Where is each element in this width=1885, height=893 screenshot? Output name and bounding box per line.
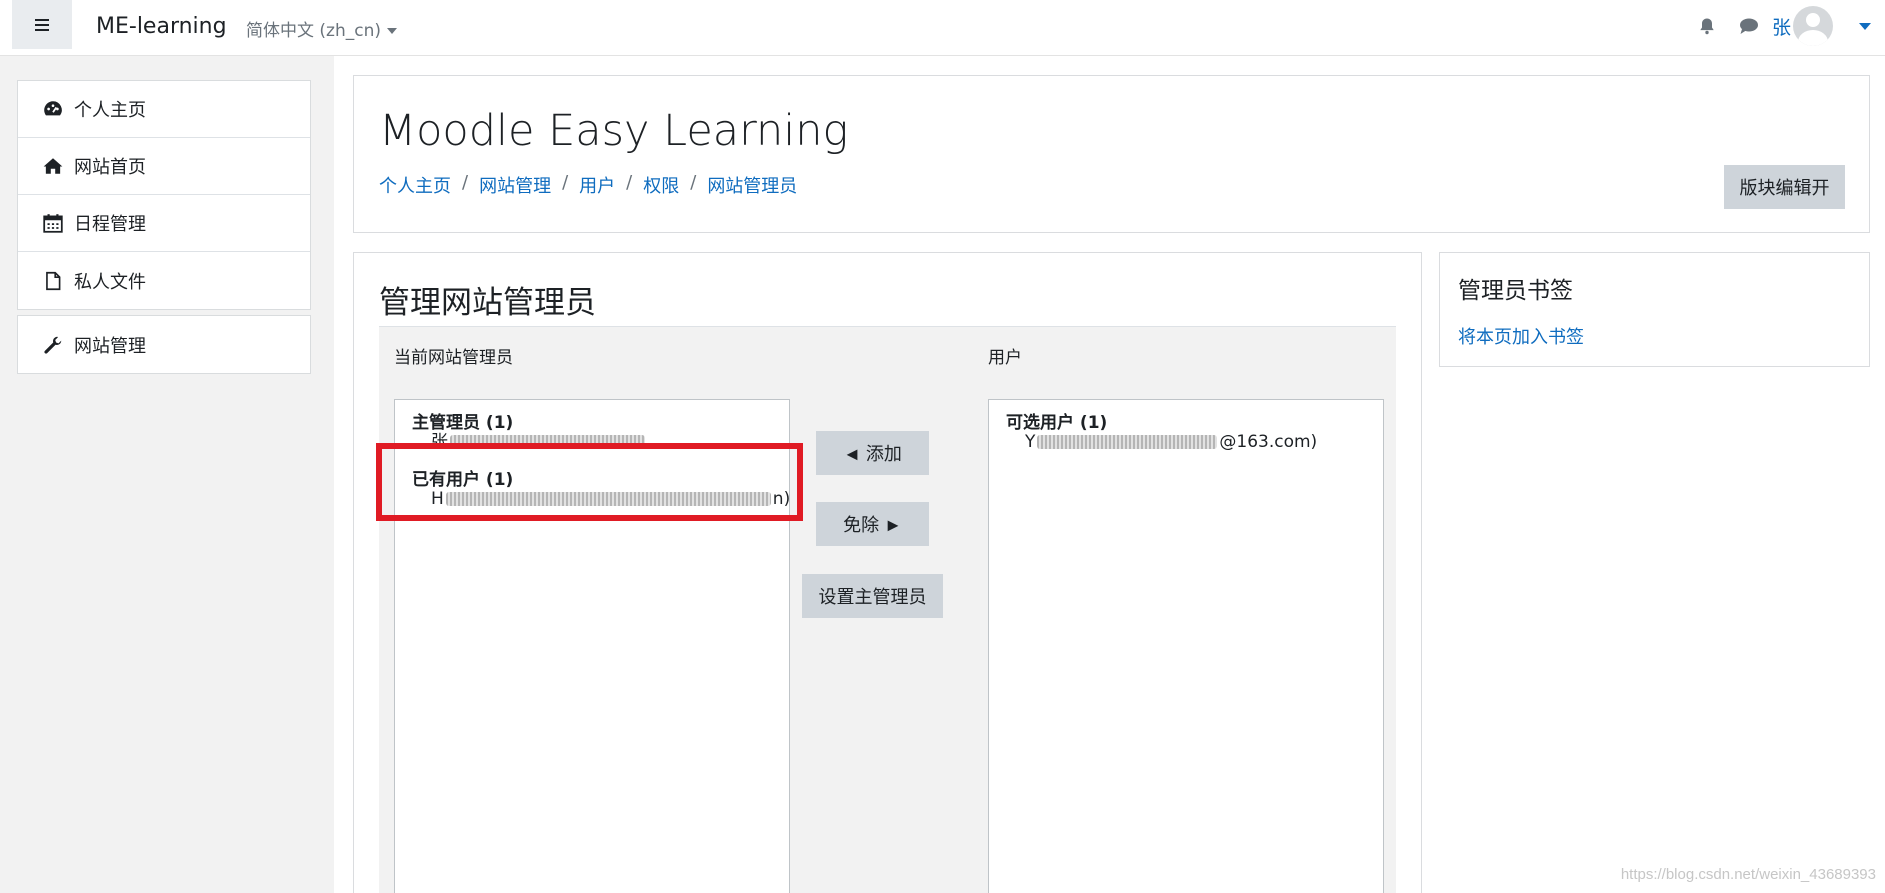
chevron-down-icon xyxy=(387,28,397,34)
set-main-admin-button[interactable]: 设置主管理员 xyxy=(802,574,943,618)
group-title: 可选用户 (1) xyxy=(1006,413,1108,433)
breadcrumb-separator: / xyxy=(626,172,633,193)
option-text: Y xyxy=(1025,432,1036,452)
nav-item-label: 网站管理 xyxy=(74,335,146,357)
list-item[interactable]: Y @163.com) xyxy=(1006,430,1383,457)
list-item[interactable]: Hn) xyxy=(412,487,791,514)
nav-item-private-files[interactable]: 私人文件 xyxy=(18,252,310,309)
home-icon xyxy=(43,158,63,174)
existing-users-group: 已有用户 (1) Hn) xyxy=(395,465,791,514)
admin-bookmarks-block: 管理员书签 将本页加入书签 xyxy=(1439,252,1870,367)
language-label: 简体中文 (zh_cn) xyxy=(246,21,381,41)
block-title: 管理员书签 xyxy=(1458,278,1573,304)
option-text: 张 xyxy=(431,432,448,452)
nav-item-site-admin[interactable]: 网站管理 xyxy=(18,316,310,373)
site-brand[interactable]: ME-learning xyxy=(96,14,227,39)
redacted-text xyxy=(1037,435,1218,449)
group-title: 已有用户 (1) xyxy=(412,470,514,490)
redacted-text xyxy=(445,492,771,506)
available-users-list[interactable]: 可选用户 (1) Y @163.com) xyxy=(988,399,1384,893)
nav-item-label: 私人文件 xyxy=(74,271,146,293)
nav-group-admin: 网站管理 xyxy=(17,315,311,374)
avatar[interactable] xyxy=(1793,6,1833,46)
nav-item-label: 日程管理 xyxy=(74,214,146,235)
blocks-editing-on-button[interactable]: 版块编辑开 xyxy=(1724,165,1845,209)
redacted-text xyxy=(450,435,645,449)
option-text: H xyxy=(431,489,444,509)
language-selector[interactable]: 简体中文 (zh_cn) xyxy=(246,16,397,41)
breadcrumb: 个人主页 / 网站管理 / 用户 / 权限 / 网站管理员 xyxy=(379,172,797,198)
user-name[interactable]: 张 xyxy=(1772,13,1791,40)
group-title: 主管理员 (1) xyxy=(412,413,514,433)
hamburger-icon xyxy=(35,18,49,31)
nav-group-main: 个人主页 网站首页 日程管理 私人文件 xyxy=(17,80,311,310)
list-item[interactable]: 张 xyxy=(412,430,789,457)
page-header: Moodle Easy Learning 个人主页 / 网站管理 / 用户 / … xyxy=(353,75,1870,233)
breadcrumb-separator: / xyxy=(462,172,469,193)
dashboard-icon xyxy=(44,101,62,116)
option-text-end: n) xyxy=(772,489,791,509)
available-users-group: 可选用户 (1) Y @163.com) xyxy=(989,408,1383,457)
watermark: https://blog.csdn.net/weixin_43689393 xyxy=(1620,866,1876,883)
current-admins-label: 当前网站管理员 xyxy=(394,348,513,368)
calendar-icon xyxy=(43,214,63,233)
nav-item-dashboard[interactable]: 个人主页 xyxy=(18,81,310,138)
breadcrumb-permissions[interactable]: 权限 xyxy=(643,172,679,198)
nav-item-home[interactable]: 网站首页 xyxy=(18,138,310,195)
wrench-icon xyxy=(44,336,62,354)
user-menu-chevron-icon[interactable] xyxy=(1859,22,1871,30)
menu-toggle-button[interactable] xyxy=(12,0,72,49)
current-admins-list[interactable]: 主管理员 (1) 张 已有用户 (1) Hn) xyxy=(394,399,790,893)
bell-icon[interactable] xyxy=(1698,17,1716,35)
add-button[interactable]: ◄ 添加 xyxy=(816,431,929,475)
option-text-end: @163.com) xyxy=(1219,432,1318,452)
remove-button[interactable]: 免除 ► xyxy=(816,502,929,546)
breadcrumb-site-administrators[interactable]: 网站管理员 xyxy=(707,172,797,198)
breadcrumb-separator: / xyxy=(562,172,569,193)
top-navbar: ME-learning 简体中文 (zh_cn) 张 xyxy=(0,0,1885,56)
nav-item-label: 网站首页 xyxy=(74,157,146,178)
bookmark-page-link[interactable]: 将本页加入书签 xyxy=(1458,323,1584,349)
main-admin-group: 主管理员 (1) 张 xyxy=(395,408,789,457)
breadcrumb-site-admin[interactable]: 网站管理 xyxy=(479,172,551,198)
nav-item-calendar[interactable]: 日程管理 xyxy=(18,195,310,252)
manage-admins-card: 管理网站管理员 当前网站管理员 用户 主管理员 (1) 张 已有用户 (1) H… xyxy=(353,252,1422,893)
section-title: 管理网站管理员 xyxy=(379,285,596,321)
page-title: Moodle Easy Learning xyxy=(379,106,849,156)
chat-icon[interactable] xyxy=(1738,17,1760,35)
users-label: 用户 xyxy=(988,348,1022,368)
breadcrumb-dashboard[interactable]: 个人主页 xyxy=(379,172,451,198)
nav-item-label: 个人主页 xyxy=(74,100,146,121)
breadcrumb-separator: / xyxy=(690,172,697,193)
admin-selector-table: 当前网站管理员 用户 主管理员 (1) 张 已有用户 (1) Hn) ◄ 添加 … xyxy=(379,326,1396,893)
nav-drawer: 个人主页 网站首页 日程管理 私人文件 网站管理 xyxy=(0,56,334,893)
file-icon xyxy=(46,271,61,290)
breadcrumb-users[interactable]: 用户 xyxy=(579,172,615,198)
user-nav: 张 xyxy=(1698,0,1885,52)
